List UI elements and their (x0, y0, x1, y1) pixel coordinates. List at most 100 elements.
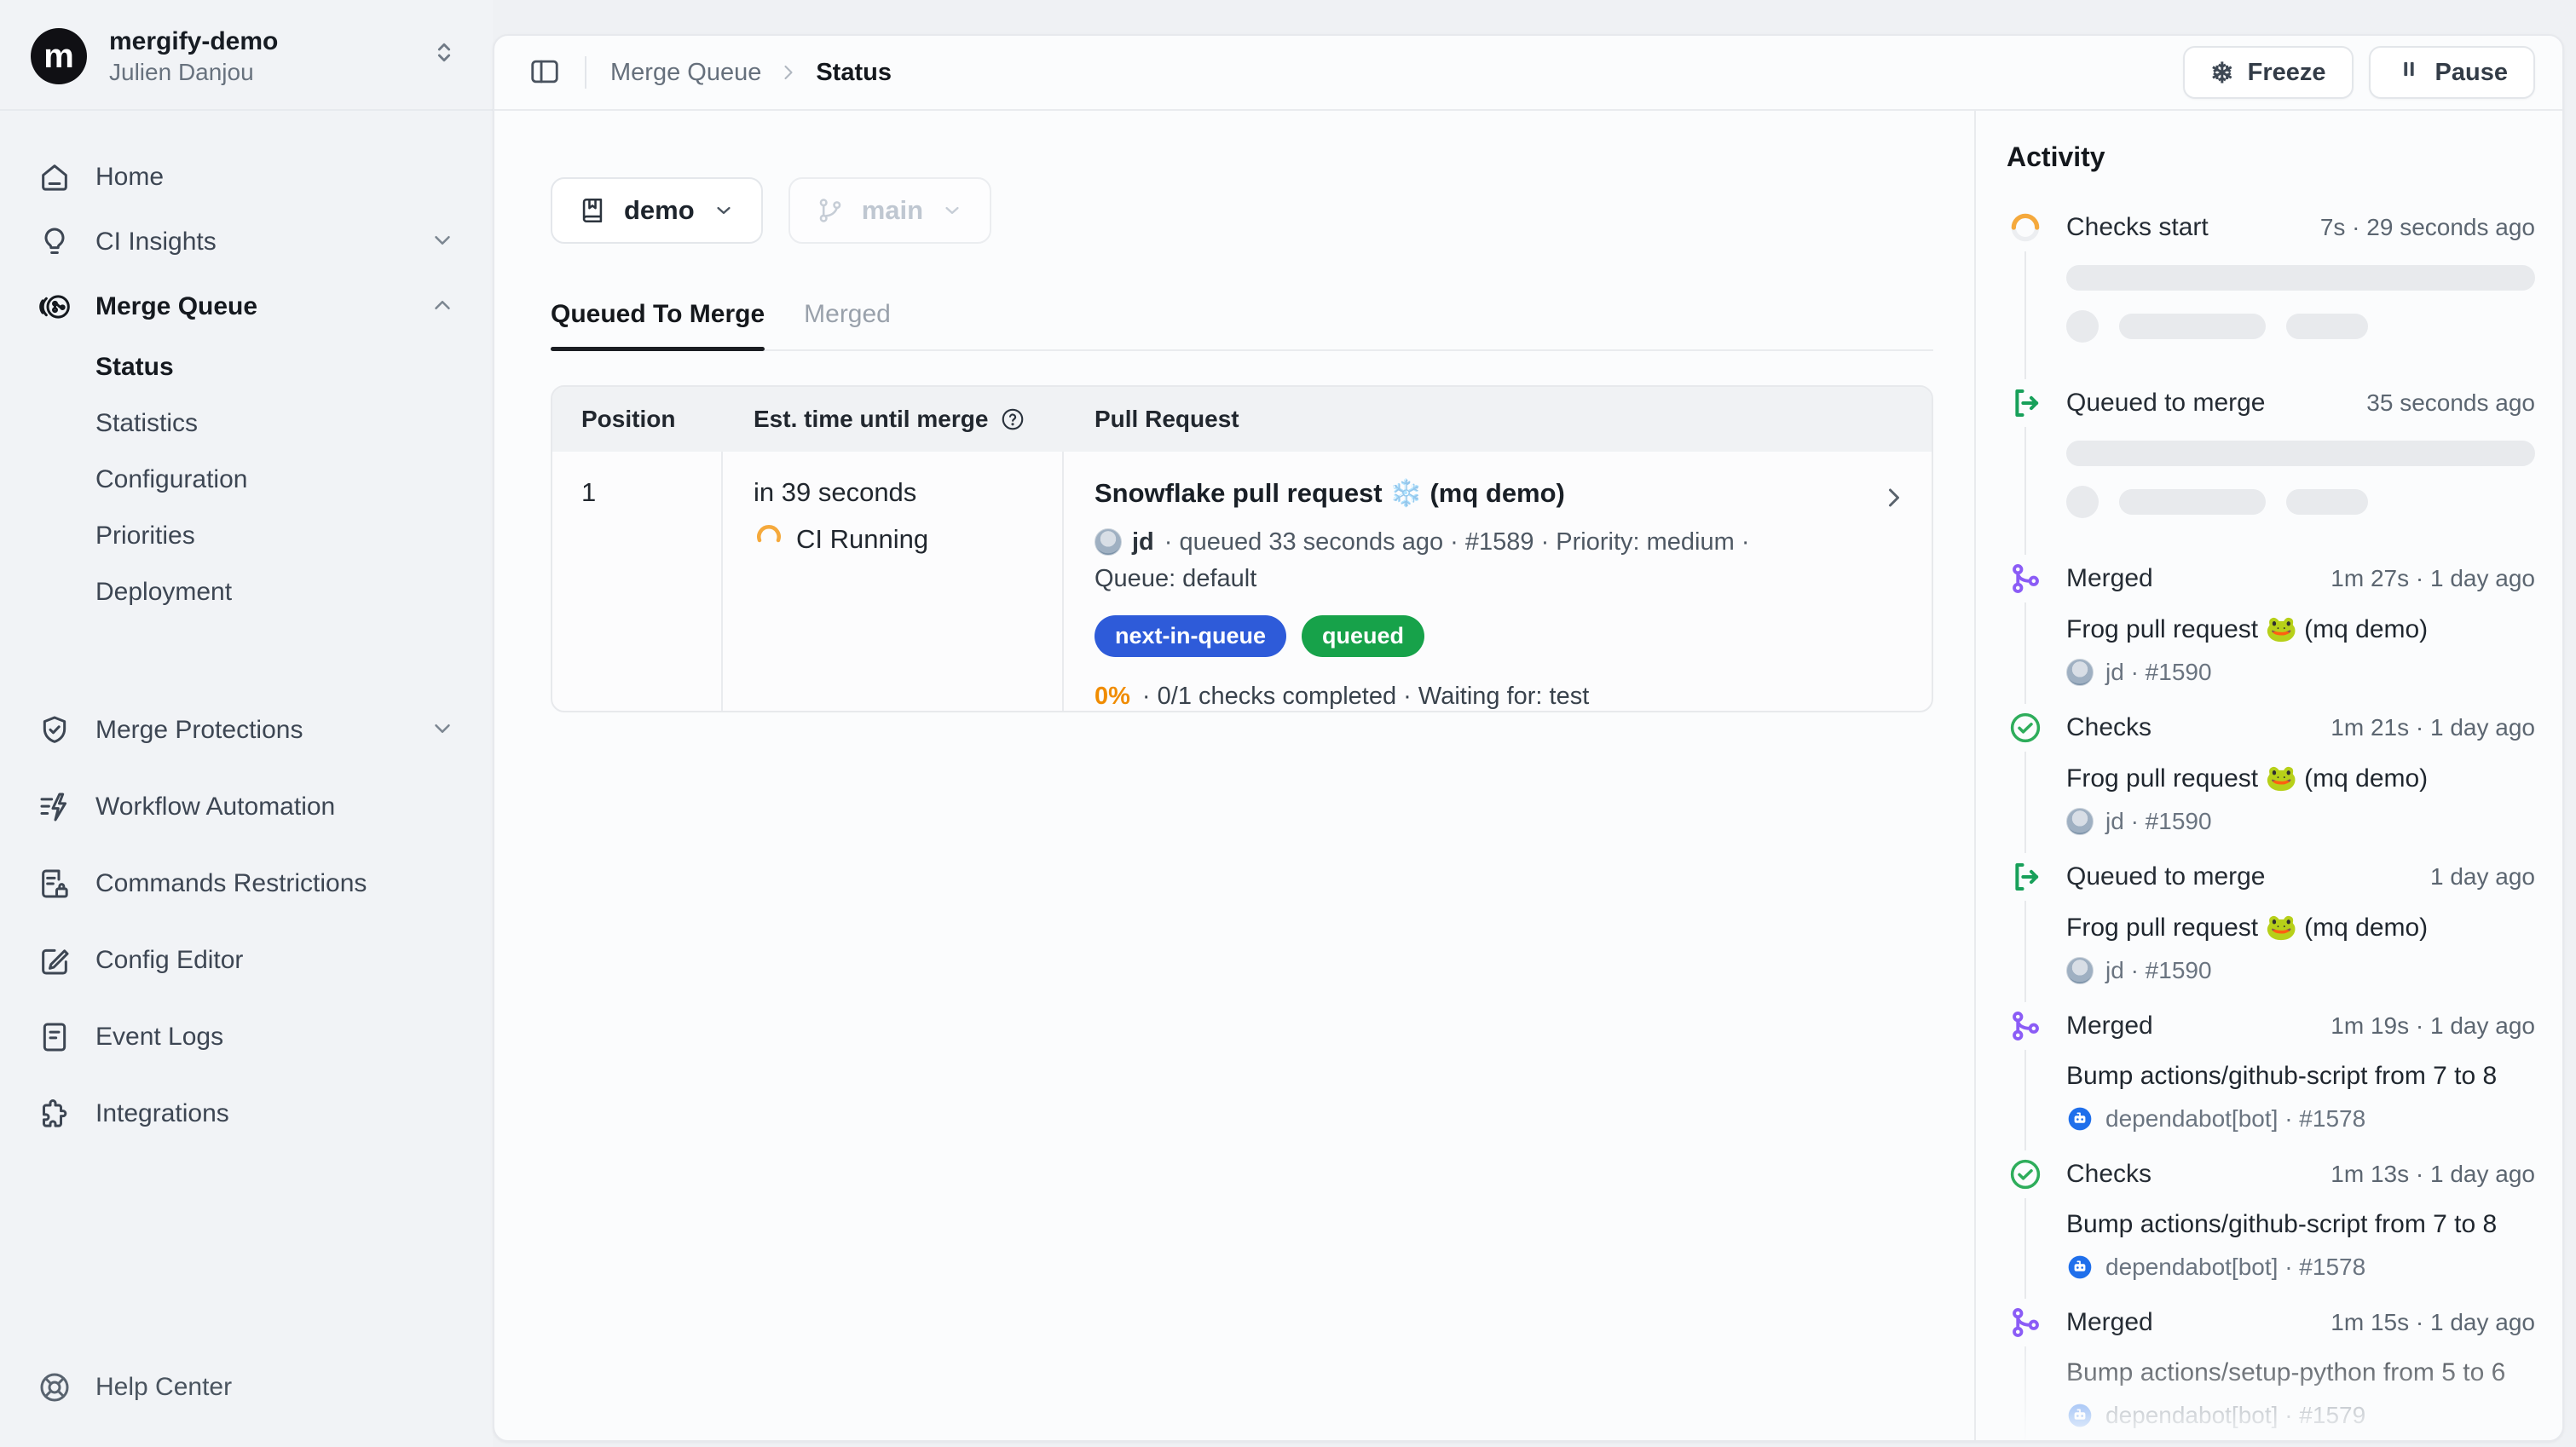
pause-button-label: Pause (2435, 59, 2508, 87)
activity-time: 1m 21s · 1 day ago (2331, 714, 2535, 741)
chevron-up-icon (430, 292, 455, 322)
skeleton-avatar (2066, 486, 2099, 518)
sidebar-item-label: Home (95, 163, 164, 192)
pr-title: Snowflake pull request ❄️ (mq demo) (1095, 477, 1829, 509)
sidebar-item-label: Help Center (95, 1373, 232, 1402)
sidebar-item-label: Priorities (95, 522, 195, 551)
sidebar-item-help-center[interactable]: Help Center (0, 1357, 493, 1418)
activity-panel: Activity Checks start 7s · 29 seconds ag… (1974, 111, 2562, 1440)
activity-byline: dependabot[bot] · #1578 (2105, 1254, 2365, 1281)
activity-label: Merged (2066, 564, 2153, 593)
sidebar-item-merge-protections[interactable]: Merge Protections (0, 692, 493, 769)
activity-item[interactable]: Merged 1m 15s · 1 day ago Bump actions/s… (2007, 1302, 2535, 1432)
sidebar-item-config-editor[interactable]: Config Editor (0, 922, 493, 999)
activity-byline: dependabot[bot] · #1578 (2105, 1105, 2365, 1133)
sidebar-item-priorities[interactable]: Priorities (0, 508, 493, 564)
activity-item[interactable]: Queued to merge 35 seconds ago (2007, 383, 2535, 539)
badge-queued: queued (1302, 615, 1424, 657)
freeze-button-label: Freeze (2248, 59, 2326, 87)
dependabot-icon (2066, 1105, 2094, 1133)
row-pull-request: Snowflake pull request ❄️ (mq demo) jd ·… (1064, 452, 1932, 711)
sidebar-item-workflow-automation[interactable]: Workflow Automation (0, 769, 493, 845)
pause-button[interactable]: Pause (2369, 46, 2535, 99)
table-header: Position Est. time until merge Pull Requ… (552, 387, 1932, 452)
activity-label: Queued to merge (2066, 862, 2265, 891)
repository-select[interactable]: demo (551, 177, 763, 244)
activity-byline: jd · #1590 (2105, 957, 2212, 984)
chevron-down-icon (430, 716, 455, 746)
skeleton-bar (2066, 265, 2535, 291)
branch-select[interactable]: main (788, 177, 991, 244)
git-merge-icon (2007, 1007, 2044, 1045)
pause-icon (2396, 56, 2422, 89)
ci-running-spinner-icon (754, 522, 784, 556)
sidebar-item-deployment[interactable]: Deployment (0, 564, 493, 620)
breadcrumb-status: Status (816, 59, 892, 87)
help-circle-icon[interactable] (1000, 406, 1025, 432)
tab-queued-to-merge[interactable]: Queued To Merge (551, 300, 765, 349)
author-avatar (2066, 659, 2094, 686)
sidebar-item-label: Workflow Automation (95, 793, 335, 822)
chevron-right-icon[interactable] (1879, 482, 1909, 517)
row-est-time: in 39 seconds CI Running (723, 452, 1064, 711)
pr-queue-name: Queue: default (1095, 565, 1829, 593)
sidebar-item-integrations[interactable]: Integrations (0, 1075, 493, 1152)
chevron-down-icon (712, 199, 736, 222)
activity-timeline: Checks start 7s · 29 seconds ago Queued … (2007, 207, 2535, 1440)
checks-progress-text: · 0/1 checks completed · Waiting for: te… (1142, 683, 1589, 711)
sidebar-item-configuration[interactable]: Configuration (0, 452, 493, 508)
sidebar-item-event-logs[interactable]: Event Logs (0, 999, 493, 1075)
activity-item[interactable]: Checks start 7s · 29 seconds ago (2007, 207, 2535, 364)
row-position: 1 (552, 452, 723, 711)
sidebar: m mergify-demo Julien Danjou Home CI Ins… (0, 0, 493, 1447)
activity-label: Checks (2066, 713, 2151, 742)
tab-merged[interactable]: Merged (804, 300, 891, 349)
queue-row[interactable]: 1 in 39 seconds CI Running Snowflake pul… (552, 452, 1932, 711)
puzzle-icon (38, 1097, 72, 1131)
sidebar-item-merge-queue[interactable]: Merge Queue (0, 274, 493, 339)
divider (585, 56, 586, 89)
pr-meta-text: · queued 33 seconds ago · #1589 · Priori… (1164, 524, 1750, 560)
badge-next-in-queue: next-in-queue (1095, 615, 1286, 657)
sidebar-item-ci-insights[interactable]: CI Insights (0, 210, 493, 274)
activity-item[interactable]: Checks 1m 13s · 1 day ago Bump actions/g… (2007, 1154, 2535, 1283)
sidebar-item-label: Config Editor (95, 946, 243, 975)
sidebar-item-label: Configuration (95, 465, 247, 494)
activity-title: Activity (2007, 141, 2535, 173)
chevron-right-icon (777, 61, 800, 84)
sidebar-item-home[interactable]: Home (0, 145, 493, 210)
org-switcher[interactable]: m mergify-demo Julien Danjou (0, 0, 493, 111)
sidebar-item-label: Status (95, 353, 174, 382)
chevron-up-down-icon (430, 38, 459, 72)
skeleton-bar (2119, 314, 2266, 339)
breadcrumb: Merge Queue Status (610, 59, 892, 87)
document-lines-icon (38, 1020, 72, 1054)
breadcrumb-merge-queue[interactable]: Merge Queue (610, 59, 761, 87)
author-avatar (2066, 957, 2094, 984)
sidebar-item-label: Event Logs (95, 1023, 223, 1052)
sidebar-item-status[interactable]: Status (0, 339, 493, 395)
sidebar-item-commands-restrictions[interactable]: Commands Restrictions (0, 845, 493, 922)
activity-item[interactable]: Merged 1m 27s · 1 day ago Frog pull requ… (2007, 558, 2535, 689)
git-branch-icon (816, 196, 845, 225)
merge-queue-subnav: Status Statistics Configuration Prioriti… (0, 339, 493, 620)
sidebar-item-statistics[interactable]: Statistics (0, 395, 493, 452)
activity-byline: dependabot[bot] · #1579 (2105, 1402, 2365, 1429)
snowflake-icon: ❄ (2210, 59, 2234, 87)
skeleton-bar (2286, 314, 2368, 339)
sidebar-nav: Home CI Insights Merge Queue Status Stat… (0, 111, 493, 1152)
activity-item[interactable]: Queued to merge 1 day ago Frog pull requ… (2007, 856, 2535, 987)
filters: demo main (551, 177, 1933, 244)
activity-item[interactable]: Checks 1m 21s · 1 day ago Frog pull requ… (2007, 707, 2535, 838)
sidebar-toggle-button[interactable] (528, 56, 561, 89)
activity-item[interactable]: Merged 1m 19s · 1 day ago Bump actions/g… (2007, 1006, 2535, 1135)
checks-percentage: 0% (1095, 683, 1130, 711)
sidebar-item-label: Commands Restrictions (95, 869, 367, 898)
skeleton-bar (2119, 489, 2266, 515)
freeze-button[interactable]: ❄ Freeze (2183, 46, 2354, 99)
sidebar-item-label: Merge Protections (95, 716, 303, 745)
queue-table: Position Est. time until merge Pull Requ… (551, 385, 1933, 712)
repository-icon (578, 196, 607, 225)
activity-label: Merged (2066, 1012, 2153, 1041)
activity-time: 1 day ago (2430, 863, 2535, 891)
